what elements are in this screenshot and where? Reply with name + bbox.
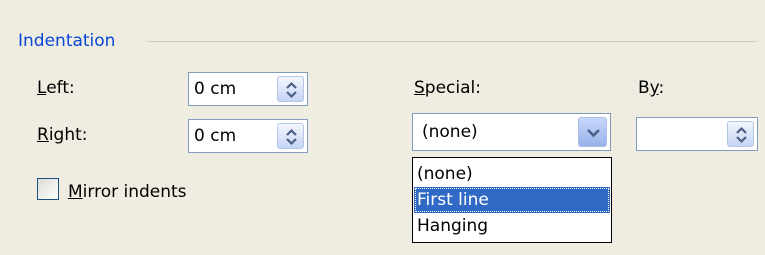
- right-indent-spinner[interactable]: 0 cm: [188, 119, 308, 153]
- right-label: Right:: [37, 124, 88, 146]
- spin-arrows-icon[interactable]: [277, 123, 304, 149]
- special-selected-value[interactable]: (none): [422, 121, 478, 143]
- option-hanging[interactable]: Hanging: [414, 213, 610, 239]
- special-label: Special:: [414, 77, 481, 99]
- chevron-down-icon[interactable]: [578, 117, 607, 147]
- special-label-mnemonic: S: [414, 78, 425, 98]
- by-label-mnemonic: y: [649, 78, 659, 98]
- by-label: By:: [638, 77, 664, 99]
- group-divider: [147, 41, 757, 42]
- special-dropdown[interactable]: (none): [412, 113, 611, 151]
- right-indent-value[interactable]: 0 cm: [194, 125, 236, 147]
- option-none[interactable]: (none): [414, 161, 610, 187]
- spin-arrows-icon[interactable]: [277, 76, 304, 102]
- left-indent-spinner[interactable]: 0 cm: [188, 72, 308, 106]
- left-label-text: eft:: [46, 78, 75, 98]
- by-label-suffix: :: [658, 78, 665, 98]
- special-label-text: pecial:: [424, 78, 481, 98]
- mirror-indents-label[interactable]: Mirror indents: [68, 181, 187, 203]
- mirror-indents-checkbox[interactable]: [37, 178, 59, 200]
- right-label-mnemonic: R: [37, 125, 49, 145]
- by-spinner[interactable]: [636, 117, 758, 151]
- left-label-mnemonic: L: [37, 78, 47, 98]
- left-indent-value[interactable]: 0 cm: [194, 78, 236, 100]
- option-first-line[interactable]: First line: [414, 187, 610, 213]
- special-options-list[interactable]: (none) First line Hanging: [412, 157, 612, 243]
- indentation-group-title: Indentation: [18, 30, 124, 52]
- right-label-text: ight:: [48, 125, 88, 145]
- mirror-label-text[interactable]: irror indents: [83, 182, 187, 202]
- left-label: Left:: [37, 77, 75, 99]
- by-label-prefix: B: [638, 78, 650, 98]
- mirror-label-mnemonic[interactable]: M: [68, 182, 83, 202]
- spin-arrows-icon[interactable]: [727, 121, 754, 147]
